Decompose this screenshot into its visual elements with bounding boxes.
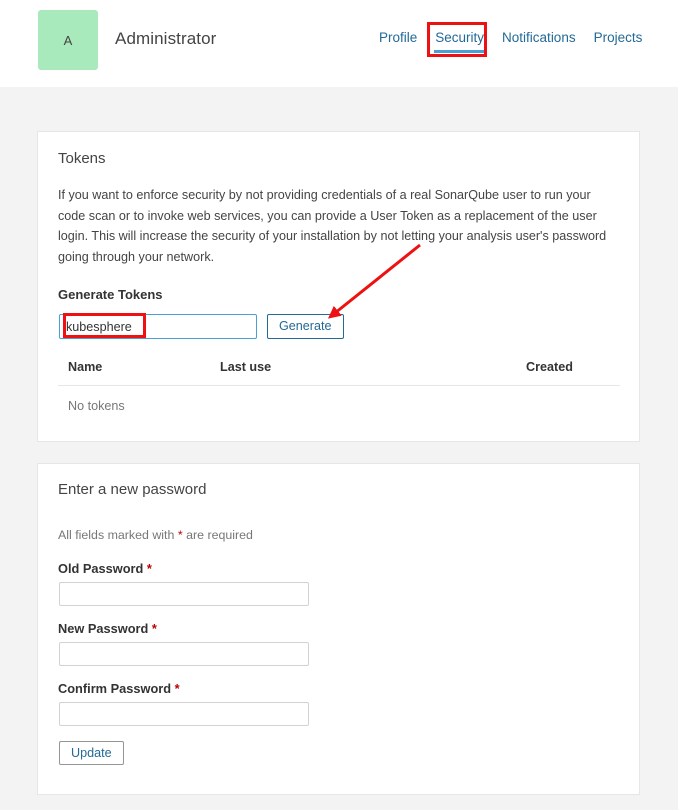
avatar: A bbox=[38, 10, 98, 70]
password-card: Enter a new password All fields marked w… bbox=[37, 463, 640, 795]
column-header-name: Name bbox=[58, 360, 210, 386]
tab-projects[interactable]: Projects bbox=[585, 30, 652, 54]
required-asterisk-icon: * bbox=[146, 561, 152, 576]
tab-profile[interactable]: Profile bbox=[370, 30, 426, 54]
table-header-row: Name Last use Created bbox=[58, 360, 620, 386]
generate-tokens-label: Generate Tokens bbox=[58, 287, 163, 302]
page-title: Administrator bbox=[115, 29, 217, 48]
new-password-label: New Password * bbox=[58, 621, 157, 636]
generate-button[interactable]: Generate bbox=[267, 314, 344, 339]
empty-state-text: No tokens bbox=[68, 399, 125, 413]
tokens-table: Name Last use Created No tokens bbox=[58, 360, 620, 413]
required-asterisk-icon: * bbox=[151, 621, 157, 636]
nav-tabs: Profile Security Notifications Projects bbox=[370, 30, 651, 54]
tokens-title: Tokens bbox=[58, 150, 106, 167]
tab-profile-label: Profile bbox=[379, 30, 418, 45]
tab-notifications[interactable]: Notifications bbox=[493, 30, 585, 54]
new-password-label-text: New Password bbox=[58, 621, 149, 636]
required-fields-note: All fields marked with * are required bbox=[58, 528, 253, 542]
tab-projects-label: Projects bbox=[593, 30, 643, 45]
update-button[interactable]: Update bbox=[59, 741, 124, 765]
page-header: A Administrator Profile Security Notific… bbox=[0, 0, 678, 87]
confirm-password-field[interactable] bbox=[59, 702, 309, 726]
required-note-prefix: All fields marked with bbox=[58, 528, 178, 542]
token-name-input[interactable] bbox=[59, 314, 257, 339]
old-password-label: Old Password * bbox=[58, 561, 152, 576]
column-header-created: Created bbox=[516, 360, 620, 386]
table-row-empty: No tokens bbox=[58, 386, 620, 413]
column-header-last-use: Last use bbox=[210, 360, 516, 386]
old-password-field[interactable] bbox=[59, 582, 309, 606]
tokens-card: Tokens If you want to enforce security b… bbox=[37, 131, 640, 442]
required-note-suffix: are required bbox=[182, 528, 253, 542]
new-password-field[interactable] bbox=[59, 642, 309, 666]
confirm-password-label-text: Confirm Password bbox=[58, 681, 172, 696]
tab-notifications-label: Notifications bbox=[502, 30, 576, 45]
password-title: Enter a new password bbox=[58, 481, 207, 498]
tokens-description: If you want to enforce security by not p… bbox=[58, 188, 607, 264]
old-password-label-text: Old Password bbox=[58, 561, 144, 576]
avatar-letter: A bbox=[63, 32, 73, 48]
tab-security-label: Security bbox=[435, 30, 485, 45]
confirm-password-label: Confirm Password * bbox=[58, 681, 180, 696]
required-asterisk-icon: * bbox=[174, 681, 180, 696]
tab-security[interactable]: Security bbox=[426, 30, 493, 54]
